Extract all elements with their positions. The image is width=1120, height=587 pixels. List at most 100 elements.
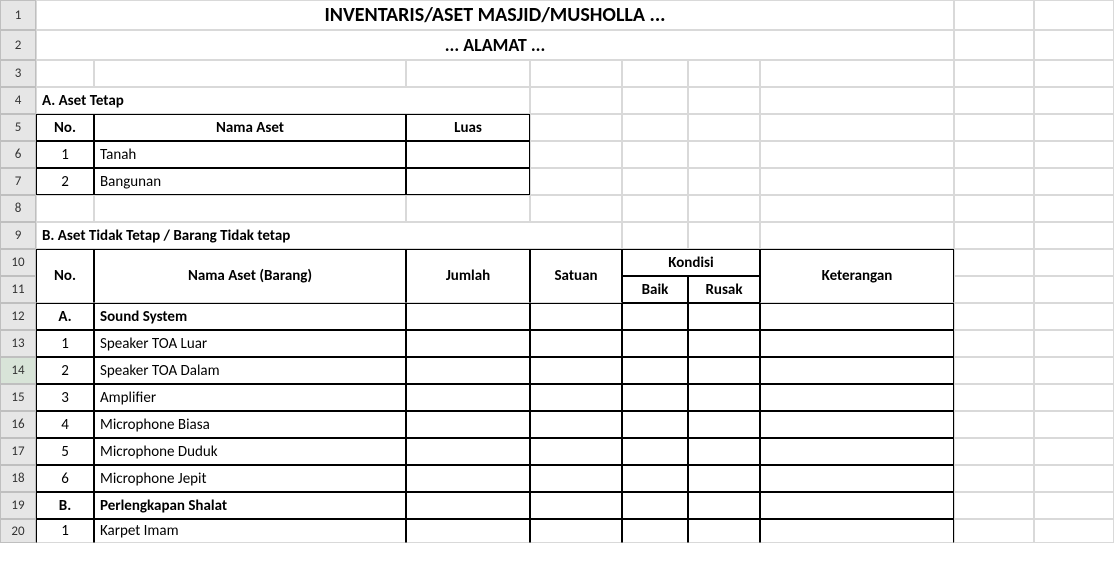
cell[interactable] [688, 168, 760, 195]
cell[interactable] [1034, 222, 1114, 249]
cell[interactable] [954, 384, 1034, 411]
cell[interactable] [954, 222, 1034, 249]
cell[interactable] [954, 168, 1034, 195]
table-b-jumlah[interactable] [406, 330, 530, 357]
cell[interactable] [36, 195, 94, 222]
table-b-rusak[interactable] [688, 411, 760, 438]
row-header[interactable]: 9 [0, 222, 36, 249]
cell[interactable] [760, 60, 954, 87]
table-b-satuan[interactable] [530, 411, 622, 438]
table-b-jumlah[interactable] [406, 411, 530, 438]
table-b-satuan[interactable] [530, 357, 622, 384]
spreadsheet-grid[interactable]: 1 INVENTARIS/ASET MASJID/MUSHOLLA ... 2 … [0, 0, 1120, 543]
table-a-no[interactable]: 1 [36, 141, 94, 168]
cell[interactable] [954, 438, 1034, 465]
table-b-rusak[interactable] [688, 492, 760, 519]
table-b-rusak[interactable] [688, 357, 760, 384]
table-b-baik[interactable] [622, 384, 688, 411]
table-b-jumlah[interactable] [406, 357, 530, 384]
cell[interactable] [954, 411, 1034, 438]
row-header[interactable]: 8 [0, 195, 36, 222]
table-a-no[interactable]: 2 [36, 168, 94, 195]
cell[interactable] [688, 141, 760, 168]
table-b-baik[interactable] [622, 465, 688, 492]
cell[interactable] [530, 195, 622, 222]
table-b-baik[interactable] [622, 519, 688, 543]
row-header[interactable]: 1 [0, 0, 36, 30]
table-b-rusak[interactable] [688, 303, 760, 330]
row-header[interactable]: 14 [0, 357, 36, 384]
cell[interactable] [406, 60, 530, 87]
table-b-keterangan[interactable] [760, 411, 954, 438]
table-b-nama[interactable]: Karpet Imam [94, 519, 406, 543]
cell[interactable] [954, 87, 1034, 114]
table-b-keterangan[interactable] [760, 465, 954, 492]
table-b-no[interactable]: A. [36, 303, 94, 330]
table-b-keterangan[interactable] [760, 357, 954, 384]
cell[interactable] [1034, 492, 1114, 519]
cell[interactable] [954, 114, 1034, 141]
cell[interactable] [1034, 0, 1114, 30]
table-b-rusak[interactable] [688, 330, 760, 357]
cell[interactable] [954, 330, 1034, 357]
row-header[interactable]: 16 [0, 411, 36, 438]
row-header[interactable]: 4 [0, 87, 36, 114]
table-b-no[interactable]: 1 [36, 519, 94, 543]
row-header[interactable]: 13 [0, 330, 36, 357]
cell[interactable] [622, 114, 688, 141]
row-header[interactable]: 17 [0, 438, 36, 465]
table-b-nama[interactable]: Speaker TOA Dalam [94, 357, 406, 384]
table-b-rusak[interactable] [688, 465, 760, 492]
table-b-baik[interactable] [622, 303, 688, 330]
cell[interactable] [954, 303, 1034, 330]
table-b-keterangan[interactable] [760, 303, 954, 330]
cell[interactable] [94, 195, 406, 222]
table-b-baik[interactable] [622, 357, 688, 384]
cell[interactable] [954, 465, 1034, 492]
cell[interactable] [1034, 438, 1114, 465]
cell[interactable] [530, 87, 622, 114]
table-b-no[interactable]: 2 [36, 357, 94, 384]
cell[interactable] [954, 492, 1034, 519]
row-header[interactable]: 6 [0, 141, 36, 168]
row-header[interactable]: 18 [0, 465, 36, 492]
row-header[interactable]: 15 [0, 384, 36, 411]
row-header[interactable]: 3 [0, 60, 36, 87]
table-b-rusak[interactable] [688, 384, 760, 411]
table-b-no[interactable]: 1 [36, 330, 94, 357]
row-header[interactable]: 11 [0, 276, 36, 303]
cell[interactable] [1034, 384, 1114, 411]
cell[interactable] [622, 141, 688, 168]
table-b-jumlah[interactable] [406, 384, 530, 411]
table-b-satuan[interactable] [530, 465, 622, 492]
cell[interactable] [760, 87, 954, 114]
cell[interactable] [1034, 330, 1114, 357]
table-b-keterangan[interactable] [760, 492, 954, 519]
table-b-jumlah[interactable] [406, 492, 530, 519]
table-b-satuan[interactable] [530, 303, 622, 330]
cell[interactable] [622, 222, 688, 249]
cell[interactable] [622, 87, 688, 114]
cell[interactable] [760, 141, 954, 168]
cell[interactable] [954, 357, 1034, 384]
table-a-nama[interactable]: Bangunan [94, 168, 406, 195]
table-b-jumlah[interactable] [406, 438, 530, 465]
table-a-nama[interactable]: Tanah [94, 141, 406, 168]
table-b-keterangan[interactable] [760, 519, 954, 543]
cell[interactable] [1034, 249, 1114, 276]
table-b-satuan[interactable] [530, 330, 622, 357]
cell[interactable] [622, 60, 688, 87]
table-b-jumlah[interactable] [406, 465, 530, 492]
table-b-baik[interactable] [622, 492, 688, 519]
table-b-satuan[interactable] [530, 519, 622, 543]
table-b-nama[interactable]: Microphone Jepit [94, 465, 406, 492]
row-header[interactable]: 19 [0, 492, 36, 519]
table-b-baik[interactable] [622, 411, 688, 438]
cell[interactable] [1034, 114, 1114, 141]
cell[interactable] [760, 168, 954, 195]
row-header[interactable]: 10 [0, 249, 36, 276]
table-b-no[interactable]: B. [36, 492, 94, 519]
table-b-no[interactable]: 5 [36, 438, 94, 465]
table-b-nama[interactable]: Speaker TOA Luar [94, 330, 406, 357]
cell[interactable] [954, 249, 1034, 276]
